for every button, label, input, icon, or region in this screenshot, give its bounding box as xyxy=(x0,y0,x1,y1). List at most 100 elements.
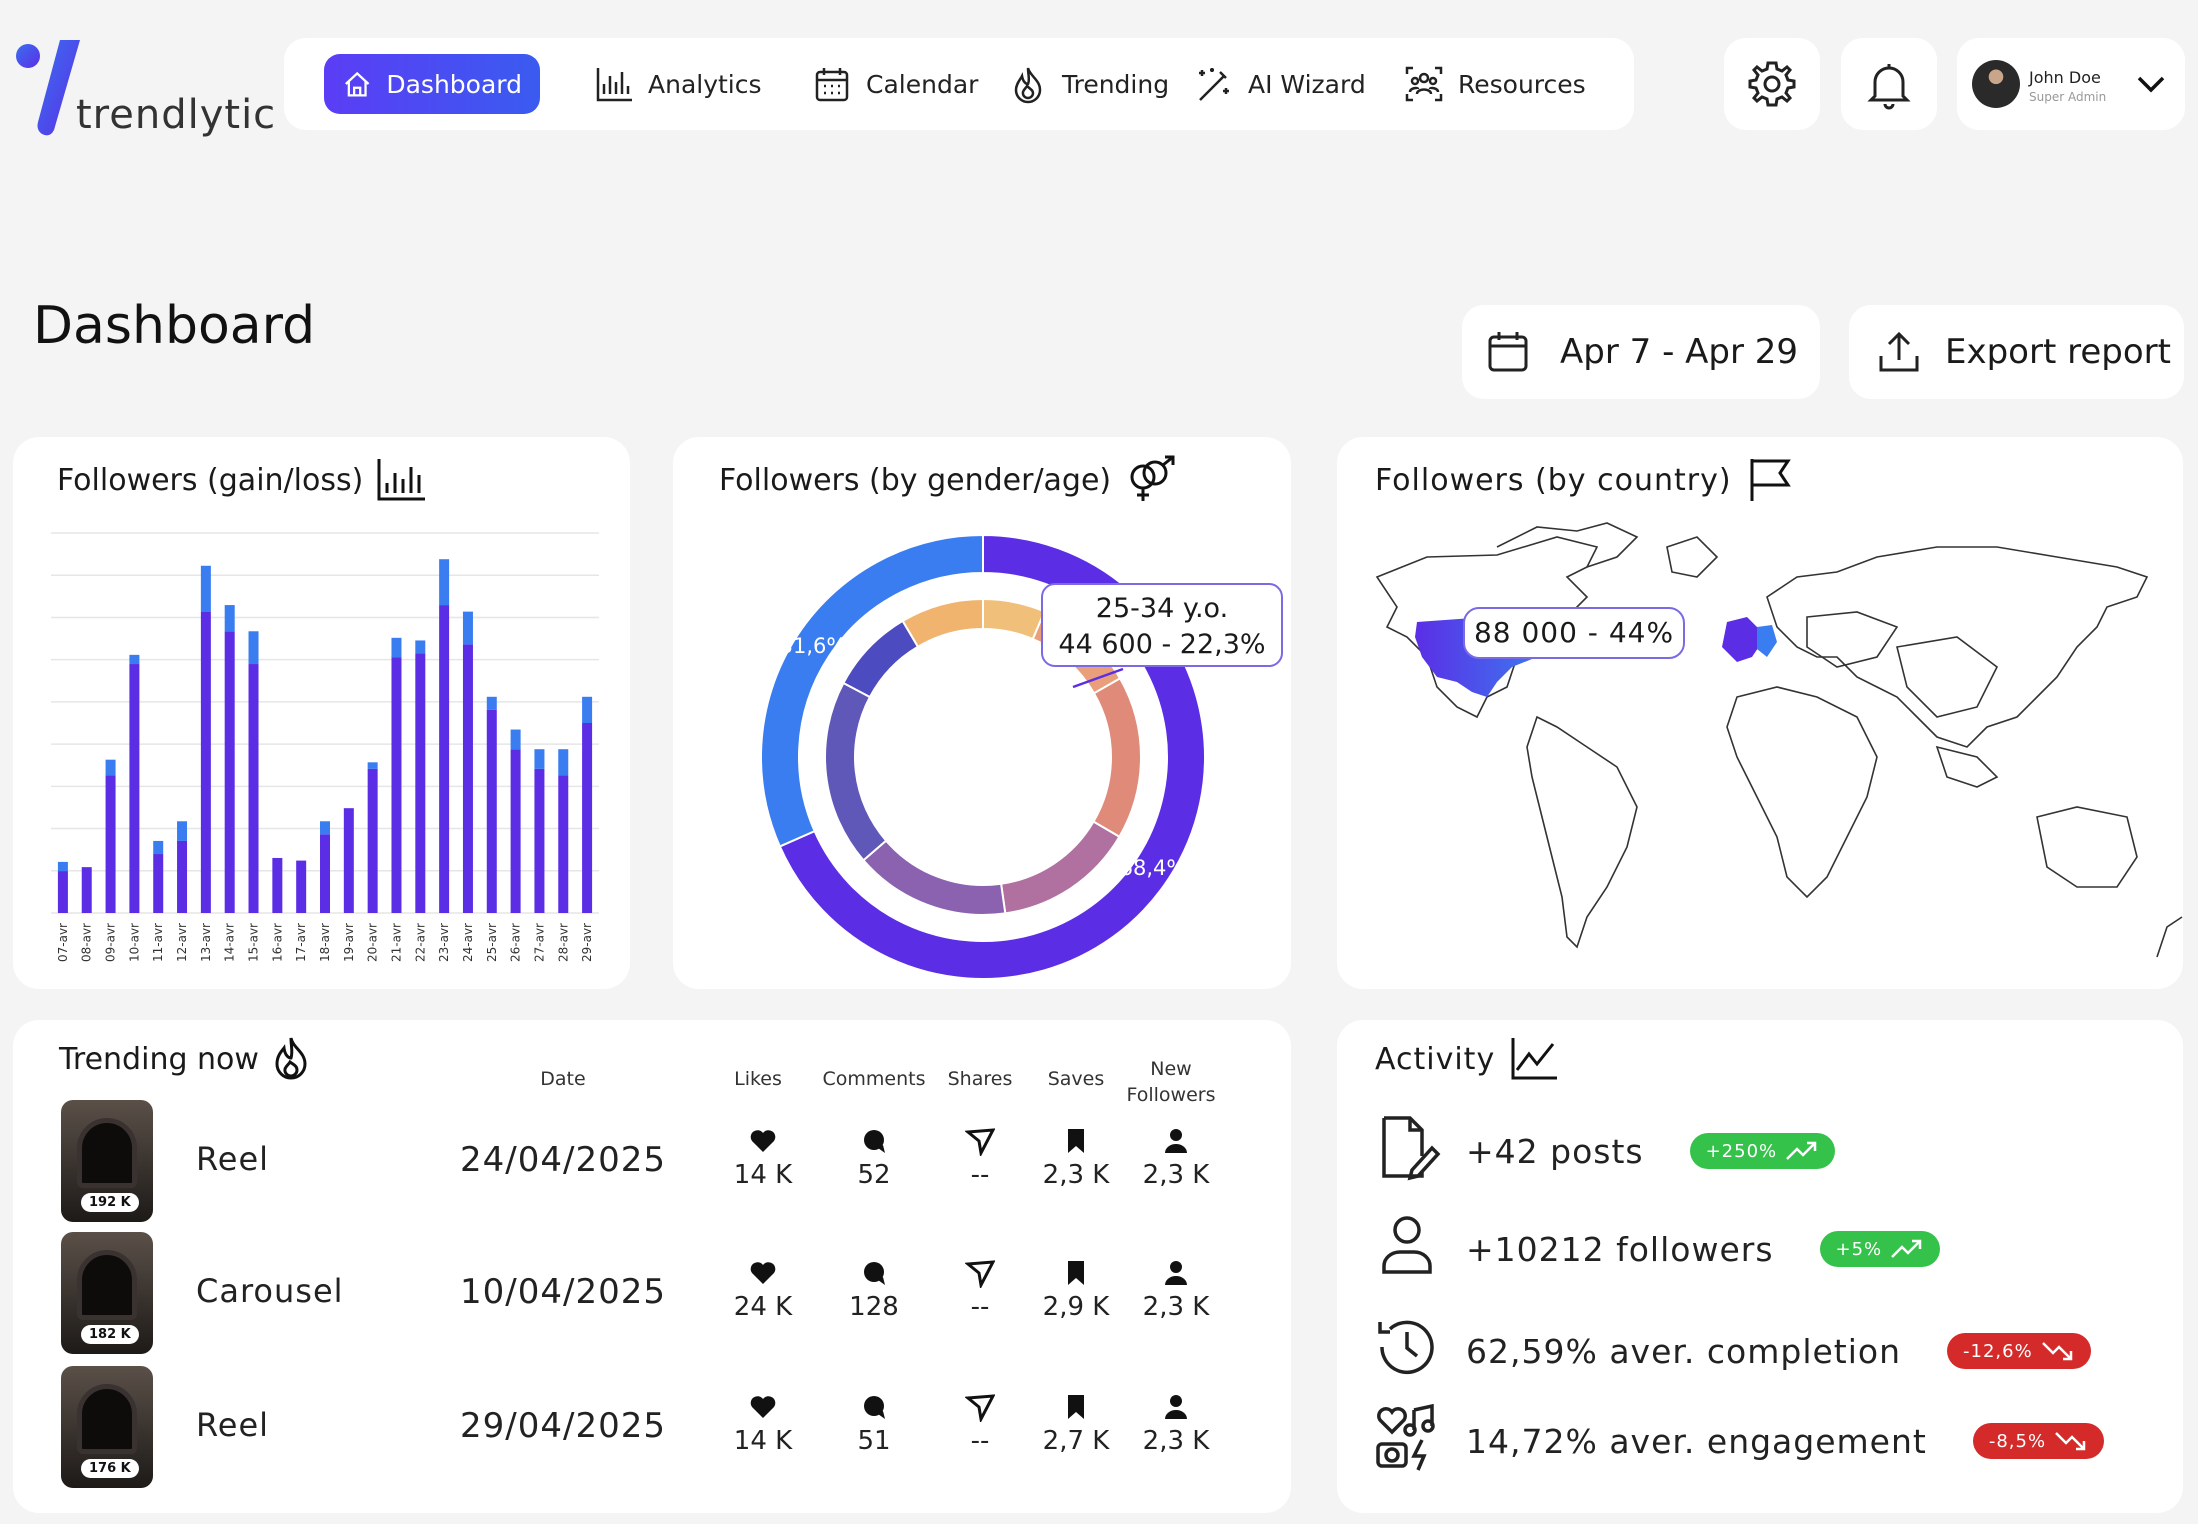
bar[interactable] xyxy=(343,808,354,913)
trending-now-card: Trending now Date Likes Comments Shares … xyxy=(13,1020,1291,1513)
bar[interactable] xyxy=(105,775,116,913)
donut-inner-slice[interactable] xyxy=(824,681,888,862)
bar[interactable] xyxy=(558,775,569,913)
x-tick-label: 27-avr xyxy=(532,923,546,962)
bar[interactable] xyxy=(129,664,140,913)
bar[interactable] xyxy=(129,654,140,665)
donut-slice-label: 31,6% xyxy=(780,634,847,658)
bar[interactable] xyxy=(224,631,235,913)
magic-wand-icon xyxy=(1199,68,1229,101)
donut-inner-slice[interactable] xyxy=(862,839,1007,916)
bar[interactable] xyxy=(248,664,259,913)
bar[interactable] xyxy=(105,759,116,776)
stat-value: -- xyxy=(970,1160,990,1190)
bar[interactable] xyxy=(582,696,593,723)
activity-change-badge: +250% xyxy=(1689,1133,1836,1169)
user-icon xyxy=(1165,1129,1187,1153)
activity-row: +10212 followers +5% xyxy=(1372,1210,1941,1288)
bar[interactable] xyxy=(177,821,188,841)
bar[interactable] xyxy=(415,640,426,654)
bookmark-icon xyxy=(1068,1129,1084,1153)
page-title: Dashboard xyxy=(33,296,316,356)
bar[interactable] xyxy=(200,611,211,913)
gain-loss-bar-chart: 07-avr 08-avr 09-avr 10-avr 11-avr 12-avr 13-a… xyxy=(51,532,599,962)
bar[interactable] xyxy=(462,611,473,645)
date-range-picker[interactable]: Apr 7 - Apr 29 xyxy=(1462,305,1820,399)
x-tick-label: 18-avr xyxy=(318,923,332,962)
bar[interactable] xyxy=(367,768,378,913)
bar[interactable] xyxy=(153,854,164,913)
bar[interactable] xyxy=(415,653,426,913)
heart-icon xyxy=(750,1130,776,1152)
upload-icon xyxy=(1879,331,1919,372)
donut-inner-slice[interactable] xyxy=(901,597,984,649)
bar[interactable] xyxy=(558,749,569,776)
bar[interactable] xyxy=(57,861,68,872)
bar[interactable] xyxy=(296,860,307,913)
line-chart-icon xyxy=(1511,1038,1558,1080)
bar[interactable] xyxy=(510,749,521,913)
bar[interactable] xyxy=(391,637,402,658)
bar[interactable] xyxy=(534,749,545,769)
donut-inner-slice[interactable] xyxy=(842,619,920,699)
bar[interactable] xyxy=(177,840,188,913)
nav-calendar[interactable]: Calendar xyxy=(812,54,978,114)
bar[interactable] xyxy=(439,605,450,913)
user-profile-menu[interactable]: John Doe Super Admin xyxy=(1957,38,2185,130)
post-date: 24/04/2025 xyxy=(460,1140,666,1180)
stat-value: 52 xyxy=(857,1160,891,1190)
nav-resources[interactable]: Resources xyxy=(1404,54,1586,114)
bar[interactable] xyxy=(248,631,259,665)
bar[interactable] xyxy=(81,867,92,913)
stat-value: -- xyxy=(970,1426,990,1456)
country-title: Followers (by country) xyxy=(1375,455,1798,505)
user-icon xyxy=(1372,1210,1442,1288)
bar[interactable] xyxy=(57,871,68,913)
avatar xyxy=(1972,60,2020,108)
post-type[interactable]: Reel xyxy=(196,1140,269,1178)
bar[interactable] xyxy=(224,605,235,632)
post-thumbnail[interactable]: 192 K xyxy=(61,1100,153,1222)
x-tick-label: 13-avr xyxy=(199,923,213,962)
heart-icon xyxy=(750,1262,776,1284)
header-new-followers: New Followers xyxy=(1126,1058,1216,1106)
user-name: John Doe xyxy=(2029,68,2101,87)
bar[interactable] xyxy=(320,821,330,835)
bar[interactable] xyxy=(582,723,593,913)
nav-trending[interactable]: Trending xyxy=(1008,54,1169,114)
bar[interactable] xyxy=(439,559,450,606)
export-report-button[interactable]: Export report xyxy=(1849,305,2184,399)
bar[interactable] xyxy=(153,840,164,855)
flag-icon xyxy=(1750,459,1791,501)
bar[interactable] xyxy=(272,857,283,913)
post-type[interactable]: Carousel xyxy=(196,1272,344,1310)
settings-button[interactable] xyxy=(1724,38,1820,130)
trend-down-icon xyxy=(2041,1342,2072,1361)
bar[interactable] xyxy=(486,709,497,913)
bar[interactable] xyxy=(391,657,402,913)
stat-shares: -- xyxy=(935,1126,1025,1190)
bar[interactable] xyxy=(367,762,378,769)
nav-analytics[interactable]: Analytics xyxy=(594,54,762,114)
bar[interactable] xyxy=(510,729,521,750)
nav-dashboard[interactable]: Dashboard xyxy=(324,54,540,114)
bar[interactable] xyxy=(200,565,211,612)
bar[interactable] xyxy=(320,834,330,913)
activity-change-badge: -12,6% xyxy=(1947,1333,2091,1369)
bar[interactable] xyxy=(534,768,545,913)
comment-icon xyxy=(864,1130,885,1153)
badge-value: -8,5% xyxy=(1988,1430,2047,1452)
notifications-button[interactable] xyxy=(1841,38,1937,130)
user-icon xyxy=(1165,1395,1187,1419)
stat-value: -- xyxy=(970,1292,990,1322)
donut-inner-slice[interactable] xyxy=(1092,677,1142,839)
post-type[interactable]: Reel xyxy=(196,1406,269,1444)
nav-ai-wizard[interactable]: AI Wizard xyxy=(1194,54,1366,114)
bar[interactable] xyxy=(486,696,497,710)
post-thumbnail[interactable]: 182 K xyxy=(61,1232,153,1354)
view-count-badge: 192 K xyxy=(81,1193,139,1212)
post-thumbnail[interactable]: 176 K xyxy=(61,1366,153,1488)
brand-logo[interactable]: trendlytic xyxy=(10,34,275,144)
bar[interactable] xyxy=(462,644,473,913)
badge-value: +250% xyxy=(1705,1140,1778,1162)
